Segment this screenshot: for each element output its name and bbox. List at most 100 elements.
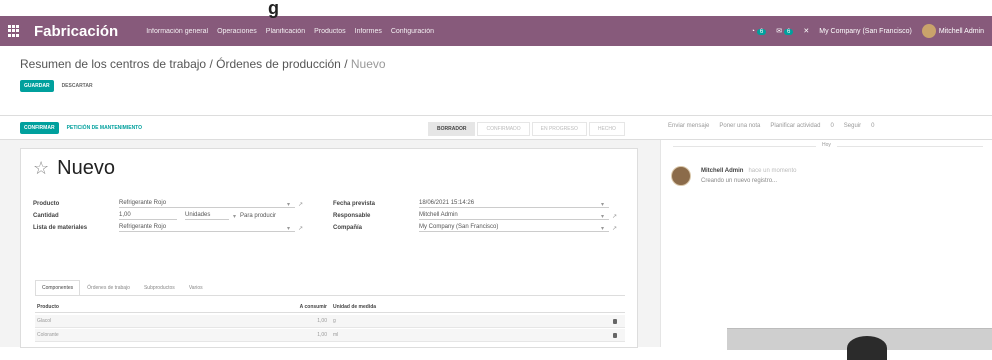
title-bar-text: g <box>268 0 279 18</box>
cantidad-input[interactable]: 1,00 <box>119 212 177 220</box>
menu-operaciones[interactable]: Operaciones <box>217 28 257 35</box>
cantidad-label: Cantidad <box>33 213 59 219</box>
messages-badge: 6 <box>784 29 794 35</box>
chevron-down-icon[interactable]: ▾ <box>601 201 604 208</box>
table-row[interactable]: Glacol 1,00 g <box>35 315 625 328</box>
navbar-right: ◔ 6 ✉ 6 ✕ My Company (San Francisco) Mit… <box>751 24 984 38</box>
apps-menu-icon[interactable] <box>8 25 20 37</box>
para-producir-label: Para producir <box>240 213 277 219</box>
user-avatar <box>921 24 936 38</box>
responsable-label: Responsable <box>333 213 371 219</box>
today-label: Hoy <box>816 142 837 148</box>
chatter-panel: Hoy Mitchell Admin hace un momento Creand… <box>660 140 992 360</box>
stage-en-progreso[interactable]: EN PROGRESO <box>531 122 587 136</box>
activity-icon[interactable]: ◔ 6 <box>751 28 767 35</box>
schedule-activity-button[interactable]: Planificar actividad <box>770 123 820 129</box>
field-producto: Producto Refrigerante Rojo ▾ ↗ <box>33 200 333 208</box>
message-body: Creando un nuevo registro... <box>701 178 778 184</box>
company-switcher[interactable]: My Company (San Francisco) <box>819 28 912 35</box>
avatar[interactable] <box>671 166 691 186</box>
table-header: Producto A consumir Unidad de medida <box>35 301 625 313</box>
field-lista-materiales: Lista de materiales Refrigerante Rojo ▾ … <box>33 224 333 232</box>
responsable-input[interactable]: Mitchell Admin <box>419 212 609 220</box>
form-buttons: GUARDAR DESCARTAR <box>20 80 93 92</box>
chevron-down-icon[interactable]: ▾ <box>601 213 604 220</box>
menu-configuracion[interactable]: Configuración <box>391 28 434 35</box>
cell-consumir: 1,00 <box>317 332 327 338</box>
table-row[interactable]: Colorante 1,00 ml <box>35 329 625 342</box>
close-icon[interactable]: ✕ <box>803 27 809 35</box>
trash-icon[interactable] <box>613 318 617 324</box>
unidades-select[interactable]: Unidades <box>185 212 229 220</box>
message-author: Mitchell Admin hace un momento <box>701 168 796 174</box>
stage-borrador[interactable]: BORRADOR <box>428 122 476 136</box>
field-compania: Compañía My Company (San Francisco) ▾ ↗ <box>333 224 633 232</box>
external-link-icon[interactable]: ↗ <box>612 225 617 232</box>
external-link-icon[interactable]: ↗ <box>298 201 303 208</box>
col-producto[interactable]: Producto <box>35 304 267 310</box>
discard-button[interactable]: DESCARTAR <box>62 83 93 89</box>
log-note-button[interactable]: Poner una nota <box>719 123 760 129</box>
col-unidad[interactable]: Unidad de medida <box>327 304 417 310</box>
producto-label: Producto <box>33 201 60 207</box>
producto-input[interactable]: Refrigerante Rojo <box>119 200 295 208</box>
compania-label: Compañía <box>333 225 363 231</box>
field-responsable: Responsable Mitchell Admin ▾ ↗ <box>333 212 633 220</box>
author-name[interactable]: Mitchell Admin <box>701 168 743 174</box>
breadcrumb: Resumen de los centros de trabajo / Órde… <box>20 57 386 71</box>
save-button[interactable]: GUARDAR <box>20 80 54 92</box>
stage-pipeline: BORRADOR CONFIRMADO EN PROGRESO HECHO <box>428 122 625 136</box>
send-message-button[interactable]: Enviar mensaje <box>668 123 709 129</box>
maintenance-request-button[interactable]: PETICIÓN DE MANTENIMIENTO <box>67 125 142 131</box>
main-area: ☆ Nuevo Producto Refrigerante Rojo ▾ ↗ C… <box>0 140 992 360</box>
fecha-input[interactable]: 18/06/2021 15:14:26 <box>419 200 609 208</box>
app-brand[interactable]: Fabricación <box>34 23 118 40</box>
control-panel: Resumen de los centros de trabajo / Órde… <box>0 46 992 116</box>
top-navbar: Fabricación Información general Operacio… <box>0 16 992 46</box>
lista-materiales-label: Lista de materiales <box>33 225 88 231</box>
activity-badge: 6 <box>756 28 767 35</box>
follow-button[interactable]: Seguir <box>844 123 861 129</box>
menu-productos[interactable]: Productos <box>314 28 346 35</box>
cell-producto: Colorante <box>37 332 59 338</box>
external-link-icon[interactable]: ↗ <box>612 213 617 220</box>
menu-planificacion[interactable]: Planificación <box>266 28 305 35</box>
col-a-consumir[interactable]: A consumir <box>267 304 327 310</box>
stage-confirmado[interactable]: CONFIRMADO <box>477 122 530 136</box>
attachment-count[interactable]: 0 <box>830 123 833 129</box>
user-name: Mitchell Admin <box>938 27 984 35</box>
tab-ordenes-trabajo[interactable]: Órdenes de trabajo <box>80 280 137 295</box>
compania-input[interactable]: My Company (San Francisco) <box>419 224 609 232</box>
cell-producto: Glacol <box>37 318 52 324</box>
chevron-down-icon[interactable]: ▾ <box>287 225 290 232</box>
fecha-label: Fecha prevista <box>333 201 376 207</box>
tab-varios[interactable]: Varios <box>182 280 210 295</box>
tab-subproductos[interactable]: Subproductos <box>137 280 182 295</box>
lista-materiales-input[interactable]: Refrigerante Rojo <box>119 224 295 232</box>
breadcrumb-link[interactable]: Resumen de los centros de trabajo / Órde… <box>20 57 341 71</box>
confirm-button[interactable]: CONFIRMAR <box>20 121 59 134</box>
chevron-down-icon[interactable]: ▾ <box>601 225 604 232</box>
chevron-down-icon[interactable]: ▾ <box>287 201 290 208</box>
tab-componentes[interactable]: Componentes <box>35 280 81 295</box>
field-cantidad: Cantidad 1,00 Unidades ▾ Para producir <box>33 212 333 220</box>
external-link-icon[interactable]: ↗ <box>298 225 303 232</box>
menu-informes[interactable]: Informes <box>355 28 382 35</box>
trash-icon[interactable] <box>613 332 617 338</box>
notebook-tabs: Componentes Órdenes de trabajo Subproduc… <box>35 280 625 296</box>
chevron-down-icon[interactable]: ▾ <box>233 213 236 220</box>
cell-consumir: 1,00 <box>317 318 327 324</box>
star-icon[interactable]: ☆ <box>33 158 49 179</box>
form-sheet: ☆ Nuevo Producto Refrigerante Rojo ▾ ↗ C… <box>20 148 638 348</box>
messages-icon[interactable]: ✉ 6 <box>776 27 794 35</box>
cell-unidad: g <box>333 318 336 324</box>
message-time: hace un momento <box>748 168 797 174</box>
follower-count[interactable]: 0 <box>871 123 874 129</box>
menu-general[interactable]: Información general <box>146 28 208 35</box>
chatter-actions: Enviar mensaje Poner una nota Planificar… <box>668 123 874 129</box>
user-menu[interactable]: Mitchell Admin <box>921 24 984 38</box>
title-bar: g <box>0 0 992 18</box>
field-fecha: Fecha prevista 18/06/2021 15:14:26 ▾ <box>333 200 633 208</box>
stage-hecho[interactable]: HECHO <box>588 122 625 136</box>
status-bar: CONFIRMAR PETICIÓN DE MANTENIMIENTO BORR… <box>0 116 992 140</box>
